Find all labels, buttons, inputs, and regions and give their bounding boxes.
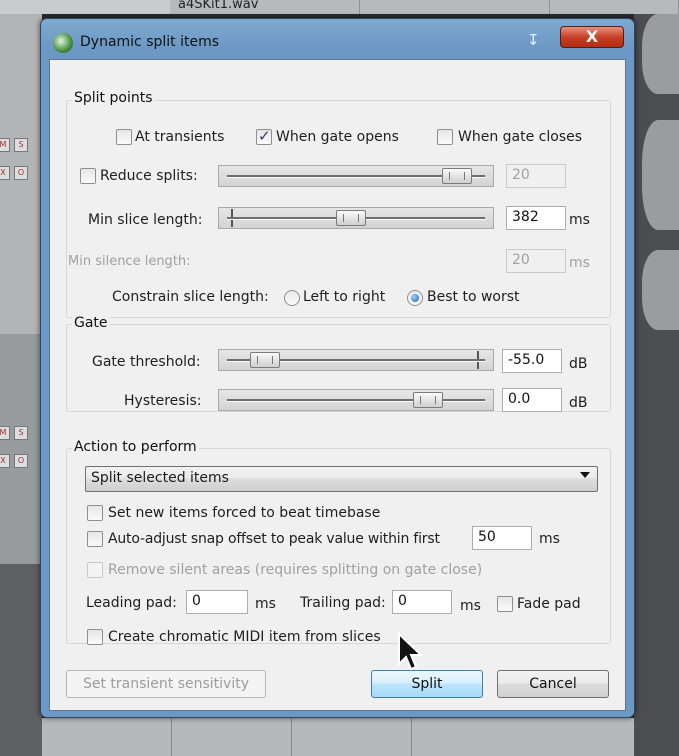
when-gate-opens-label: When gate opens xyxy=(276,129,399,145)
title-bar[interactable]: Dynamic split items ↧ X xyxy=(41,19,634,63)
mouse-cursor-icon xyxy=(398,632,424,671)
create-midi-checkbox[interactable] xyxy=(87,629,103,645)
track-timeline xyxy=(0,0,679,14)
track-lane xyxy=(42,718,634,756)
power-button[interactable]: O xyxy=(14,166,28,180)
set-new-items-checkbox[interactable] xyxy=(87,505,103,521)
at-transients-label: At transients xyxy=(135,129,225,145)
solo-button[interactable]: S xyxy=(14,426,28,440)
fx-button[interactable]: X xyxy=(0,166,10,180)
gate-title: Gate xyxy=(72,315,110,331)
hysteresis-input[interactable]: 0.0 xyxy=(502,388,562,412)
track-control-panel xyxy=(0,564,42,756)
slider-thumb[interactable] xyxy=(413,392,443,408)
hysteresis-label: Hysteresis: xyxy=(124,393,202,409)
auto-adjust-checkbox[interactable] xyxy=(87,531,103,547)
min-slice-length-label: Min slice length: xyxy=(88,212,203,228)
dynamic-split-dialog: Dynamic split items ↧ X Split points At … xyxy=(40,18,635,718)
split-points-title: Split points xyxy=(72,90,155,106)
close-button[interactable]: X xyxy=(560,26,624,48)
fade-pad-label: Fade pad xyxy=(517,596,581,612)
fade-pad-checkbox[interactable] xyxy=(497,596,513,612)
when-gate-closes-checkbox[interactable] xyxy=(437,129,453,145)
hysteresis-unit: dB xyxy=(569,395,588,411)
auto-adjust-input[interactable]: 50 xyxy=(472,526,532,550)
dialog-client-area: Split points At transients When gate ope… xyxy=(49,59,626,711)
mute-button[interactable]: M xyxy=(0,138,10,152)
min-slice-length-input[interactable]: 382 xyxy=(506,206,566,230)
reduce-splits-slider[interactable] xyxy=(218,165,494,187)
gate-threshold-label: Gate threshold: xyxy=(92,354,201,370)
reduce-splits-checkbox[interactable] xyxy=(80,168,96,184)
track-control-panel: M S X O xyxy=(0,334,42,564)
auto-adjust-label: Auto-adjust snap offset to peak value wi… xyxy=(108,531,440,547)
slider-track xyxy=(227,399,485,402)
trailing-pad-label: Trailing pad: xyxy=(300,595,386,611)
reaper-logo-icon xyxy=(53,33,73,53)
set-new-items-label: Set new items forced to beat timebase xyxy=(108,505,381,521)
waveform xyxy=(642,250,679,330)
reduce-splits-label: Reduce splits: xyxy=(100,168,198,184)
timeline-segment xyxy=(550,0,679,14)
solo-button[interactable]: S xyxy=(14,138,28,152)
leading-pad-label: Leading pad: xyxy=(86,595,177,611)
slider-thumb[interactable] xyxy=(336,210,367,226)
auto-adjust-unit: ms xyxy=(539,531,560,547)
split-button[interactable]: Split xyxy=(371,670,483,698)
action-dropdown[interactable]: Split selected items xyxy=(85,466,598,492)
reduce-splits-input[interactable]: 20 xyxy=(506,164,566,188)
waveform xyxy=(642,120,679,230)
waveform xyxy=(642,14,679,94)
media-item-filename: a4SKit1.wav xyxy=(178,0,259,12)
left-to-right-label: Left to right xyxy=(303,289,386,305)
track-control-panel: M S X O xyxy=(0,14,42,334)
cancel-button[interactable]: Cancel xyxy=(497,670,609,698)
chevron-down-icon[interactable] xyxy=(580,472,590,478)
gate-threshold-input[interactable]: -55.0 xyxy=(502,349,562,373)
fx-button[interactable]: X xyxy=(0,454,10,468)
timeline-segment xyxy=(172,718,292,756)
trailing-pad-input[interactable]: 0 xyxy=(392,590,452,614)
remove-silent-checkbox[interactable] xyxy=(87,562,103,578)
create-midi-label: Create chromatic MIDI item from slices xyxy=(108,629,381,645)
min-slice-unit: ms xyxy=(569,212,590,228)
left-to-right-radio[interactable] xyxy=(284,290,300,306)
when-gate-closes-label: When gate closes xyxy=(458,129,583,145)
trailing-pad-unit: ms xyxy=(460,598,481,614)
at-transients-checkbox[interactable] xyxy=(116,129,132,145)
slider-thumb[interactable] xyxy=(441,168,472,184)
min-silence-length-input[interactable]: 20 xyxy=(506,249,566,273)
gate-threshold-slider[interactable] xyxy=(218,349,494,371)
timeline-segment xyxy=(292,718,412,756)
gate-threshold-unit: dB xyxy=(569,356,588,372)
timeline-segment xyxy=(72,718,172,756)
hysteresis-slider[interactable] xyxy=(218,389,494,411)
timeline-segment xyxy=(360,0,550,14)
remove-silent-label: Remove silent areas (requires splitting … xyxy=(108,562,483,578)
min-silence-unit: ms xyxy=(569,255,590,271)
leading-pad-input[interactable]: 0 xyxy=(186,590,248,614)
mute-button[interactable]: M xyxy=(0,426,10,440)
pin-icon[interactable]: ↧ xyxy=(527,31,540,49)
best-to-worst-label: Best to worst xyxy=(427,289,520,305)
leading-pad-unit: ms xyxy=(255,596,276,612)
min-slice-length-slider[interactable] xyxy=(218,207,494,229)
min-silence-length-label: Min silence length: xyxy=(68,254,191,269)
power-button[interactable]: O xyxy=(14,454,28,468)
constrain-slice-label: Constrain slice length: xyxy=(112,289,269,305)
slider-thumb[interactable] xyxy=(249,352,280,368)
set-transient-sensitivity-button[interactable]: Set transient sensitivity xyxy=(66,670,266,698)
window-title: Dynamic split items xyxy=(80,34,220,50)
action-title: Action to perform xyxy=(72,439,199,455)
best-to-worst-radio[interactable] xyxy=(407,290,423,306)
when-gate-opens-checkbox[interactable] xyxy=(256,127,272,145)
